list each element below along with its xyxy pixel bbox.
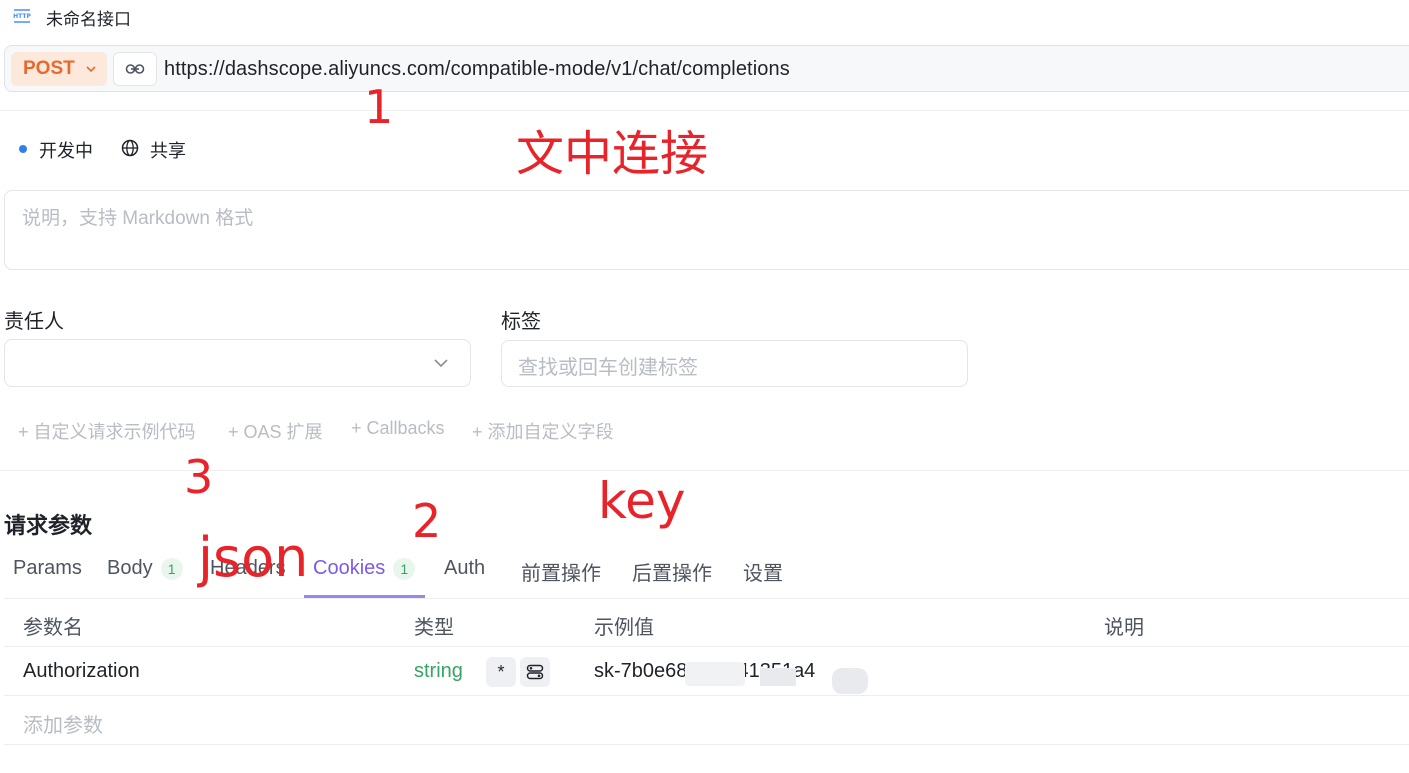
share-button[interactable]: 共享 (150, 137, 186, 163)
description-input[interactable] (4, 190, 1409, 270)
tab-params[interactable]: Params (13, 557, 82, 580)
redaction-mask (685, 662, 745, 686)
asterisk-icon: * (497, 661, 505, 682)
table-row-border (4, 695, 1409, 696)
annotation-3: 3 (184, 450, 214, 504)
param-type-cell[interactable]: string (414, 660, 463, 683)
tab-pre-processors[interactable]: 前置操作 (521, 557, 601, 586)
svg-text:HTTP: HTTP (13, 13, 31, 20)
tab-label: Params (13, 557, 82, 579)
link-button[interactable] (113, 52, 157, 86)
redaction-mask (760, 668, 796, 686)
add-custom-field-link[interactable]: + 添加自定义字段 (472, 418, 614, 444)
add-oas-extension-link[interactable]: + OAS 扩展 (228, 418, 323, 444)
tab-label: Auth (444, 557, 486, 579)
annotation-link-note: 文中连接 (516, 126, 709, 182)
column-header-type: 类型 (414, 617, 454, 639)
tags-label: 标签 (501, 311, 541, 333)
column-header-description: 说明 (1104, 617, 1144, 639)
add-example-code-link[interactable]: + 自定义请求示例代码 (18, 418, 196, 444)
redaction-mask (832, 668, 868, 694)
add-callbacks-link[interactable]: + Callbacks (351, 418, 445, 439)
method-label: POST (23, 58, 75, 79)
tab-auth[interactable]: Auth (444, 557, 485, 580)
column-header-name: 参数名 (23, 617, 83, 639)
link-icon (125, 64, 145, 74)
method-select[interactable]: POST (11, 52, 107, 86)
add-param-input[interactable]: 添加参数 (23, 709, 103, 738)
description-placeholder: 说明，支持 Markdown 格式 (22, 208, 254, 229)
tab-label: 设置 (743, 563, 783, 585)
globe-icon (121, 139, 139, 157)
count-badge: 1 (393, 557, 416, 580)
tab-label: 后置操作 (632, 563, 712, 585)
annotation-2: 2 (412, 494, 442, 548)
chevron-down-icon (434, 359, 448, 368)
required-toggle[interactable]: * (486, 657, 516, 687)
tab-label: Cookies (313, 557, 386, 579)
tags-placeholder: 查找或回车创建标签 (518, 357, 698, 379)
table-row-border (4, 646, 1409, 647)
http-icon: HTTP (13, 9, 31, 23)
tab-body[interactable]: Body 1 (107, 557, 183, 580)
toggle-icon (526, 664, 544, 680)
annotation-json-note: json (198, 526, 309, 589)
count-badge: 1 (160, 557, 183, 580)
section-title: 请求参数 (4, 513, 93, 538)
owner-label: 责任人 (4, 311, 64, 333)
divider (0, 110, 1409, 111)
url-input[interactable]: https://dashscope.aliyuncs.com/compatibl… (164, 58, 790, 81)
param-name-cell[interactable]: Authorization (23, 660, 140, 683)
status-select[interactable]: 开发中 (39, 137, 93, 163)
tab-post-processors[interactable]: 后置操作 (632, 557, 712, 586)
chevron-down-icon (86, 66, 96, 73)
param-settings-button[interactable] (520, 657, 550, 687)
annotation-key-note: key (598, 472, 686, 530)
tab-cookies[interactable]: Cookies 1 (313, 557, 416, 580)
table-bottom-border (4, 744, 1409, 745)
tab-settings[interactable]: 设置 (743, 557, 783, 586)
status-dot (19, 145, 27, 153)
annotation-1: 1 (364, 80, 394, 134)
table-top-border (4, 598, 1409, 599)
api-title[interactable]: 未命名接口 (46, 5, 131, 30)
column-header-example: 示例值 (594, 617, 654, 639)
owner-select[interactable] (4, 339, 471, 387)
tab-label: 前置操作 (521, 563, 601, 585)
tab-label: Body (107, 557, 153, 579)
